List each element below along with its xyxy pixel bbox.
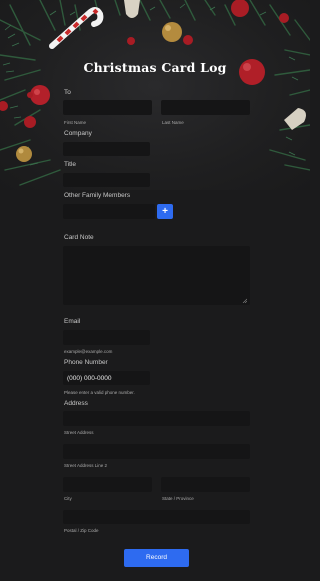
phone-label: Phone Number: [64, 359, 108, 366]
title-label: Title: [64, 161, 77, 168]
last-name-input[interactable]: [161, 100, 250, 115]
email-input[interactable]: [63, 330, 150, 345]
street-address-line2-label: Street Address Line 2: [64, 463, 108, 468]
street-address-line2-input[interactable]: [63, 444, 250, 459]
address-label: Address: [64, 400, 88, 407]
card-note-label: Card Note: [64, 234, 94, 241]
other-family-input[interactable]: [63, 204, 155, 219]
phone-hint: Please enter a valid phone number.: [64, 390, 135, 395]
postal-code-label: Postal / Zip Code: [64, 528, 99, 533]
record-button[interactable]: Record: [124, 549, 189, 567]
add-family-member-button[interactable]: +: [157, 204, 173, 219]
first-name-label: First Name: [64, 120, 87, 125]
city-label: City: [64, 496, 72, 501]
state-input[interactable]: [161, 477, 250, 492]
company-input[interactable]: [63, 142, 150, 156]
page: Christmas Card Log To First Name Last Na…: [0, 0, 310, 581]
phone-input[interactable]: (000) 000-0000: [63, 371, 150, 385]
page-title: Christmas Card Log: [83, 60, 227, 75]
to-label: To: [64, 89, 71, 96]
state-label: State / Province: [162, 496, 194, 501]
resize-handle-icon[interactable]: [242, 298, 247, 303]
header-background: [0, 0, 310, 190]
street-address-input[interactable]: [63, 411, 250, 426]
other-family-label: Other Family Members: [64, 192, 131, 199]
first-name-input[interactable]: [63, 100, 152, 115]
postal-code-input[interactable]: [63, 510, 250, 524]
street-address-label: Street Address: [64, 430, 94, 435]
title-input[interactable]: [63, 173, 150, 187]
city-input[interactable]: [63, 477, 152, 492]
phone-value: (000) 000-0000: [67, 374, 112, 382]
company-label: Company: [64, 130, 92, 137]
email-label: Email: [64, 318, 81, 325]
card-note-textarea[interactable]: [63, 246, 250, 305]
plus-icon: +: [162, 206, 168, 217]
last-name-label: Last Name: [162, 120, 184, 125]
email-hint: example@example.com: [64, 349, 113, 354]
